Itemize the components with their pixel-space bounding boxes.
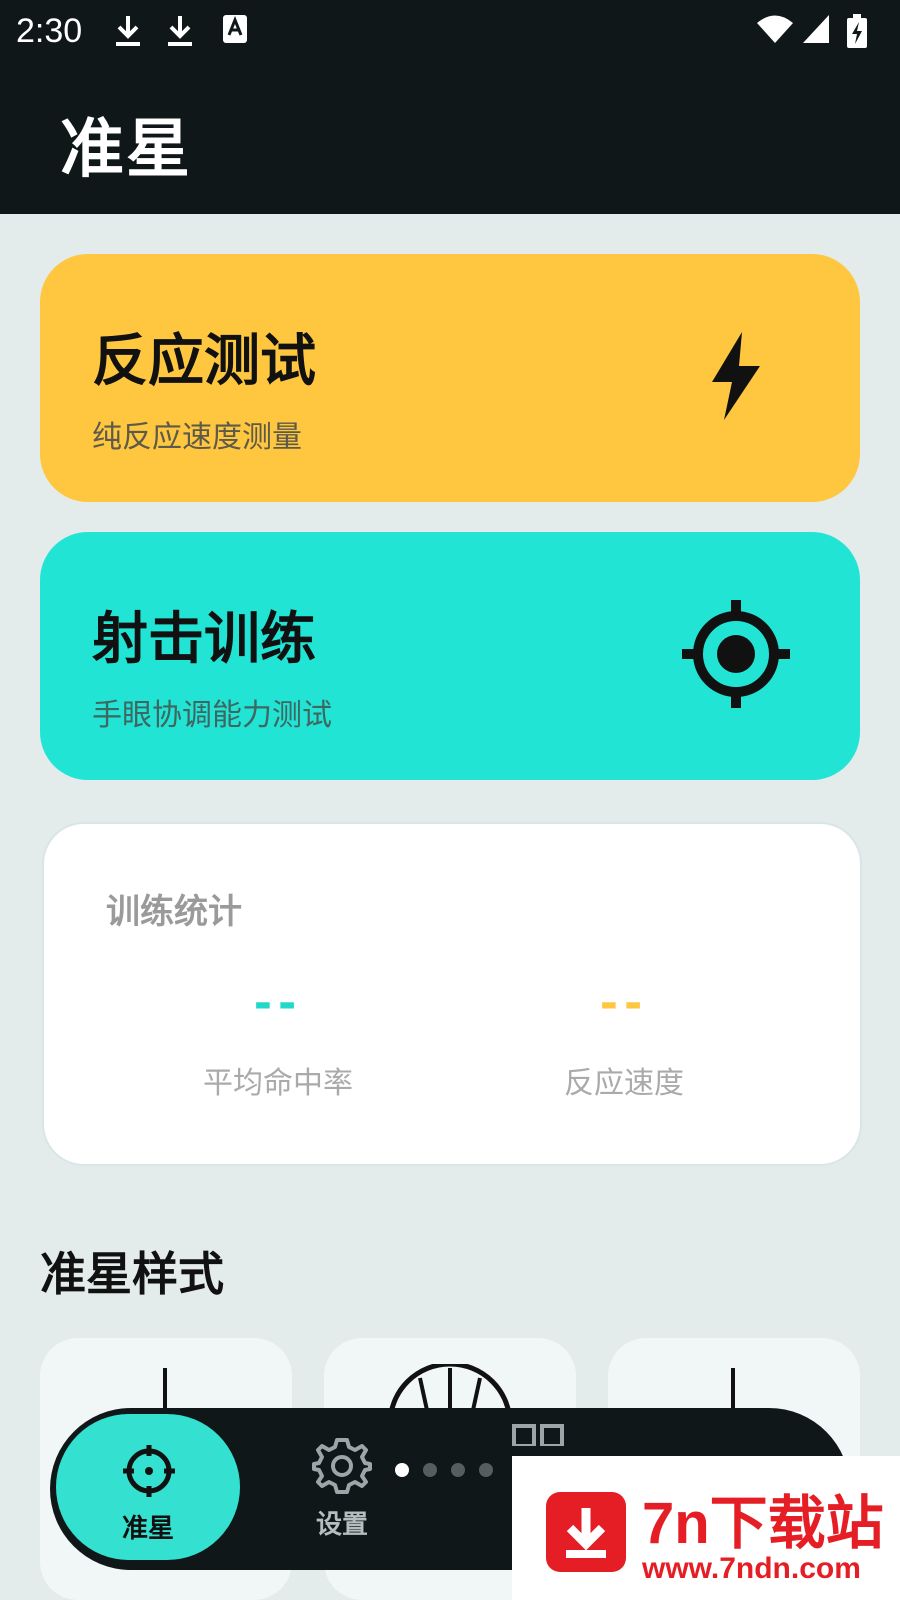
download-logo-icon — [546, 1492, 626, 1572]
shooting-training-subtitle: 手眼协调能力测试 — [92, 698, 332, 733]
reaction-test-title: 反应测试 — [92, 329, 316, 394]
wifi-icon — [757, 15, 793, 43]
stat-reaction-speed: -- 反应速度 — [474, 974, 774, 1102]
nav-item-settings[interactable]: 设置 — [290, 1436, 394, 1541]
battery-charging-icon — [847, 14, 867, 48]
reaction-test-card[interactable]: 反应测试 纯反应速度测量 — [40, 254, 860, 502]
shooting-training-title: 射击训练 — [92, 607, 316, 672]
watermark-url: www.7ndn.com — [642, 1552, 861, 1585]
pager-dot[interactable] — [479, 1463, 493, 1477]
reaction-speed-label: 反应速度 — [564, 1066, 684, 1101]
signal-icon — [803, 15, 829, 43]
page-title: 准星 — [60, 113, 192, 187]
pager-dot[interactable] — [451, 1463, 465, 1477]
reaction-speed-value: -- — [599, 978, 649, 1029]
status-time: 2:30 — [16, 12, 83, 50]
nav-item-crosshair[interactable]: 准星 — [56, 1414, 240, 1560]
hit-rate-value: -- — [253, 978, 303, 1029]
app-bar: 准星 — [0, 64, 900, 214]
watermark-brand: 7n下载站 — [642, 1491, 884, 1556]
stat-hit-rate: -- 平均命中率 — [128, 974, 428, 1102]
crosshair-icon — [123, 1445, 175, 1497]
crosshair-style-icon — [163, 1368, 167, 1408]
keyboard-icon — [223, 15, 247, 43]
crosshair-style-icon — [731, 1368, 735, 1408]
status-bar: 2:30 — [0, 0, 900, 64]
grid-icon — [512, 1424, 564, 1446]
hit-rate-label: 平均命中率 — [203, 1066, 353, 1101]
nav-label-settings: 设置 — [315, 1510, 368, 1540]
download-icon — [116, 16, 140, 46]
pager-dot[interactable] — [423, 1463, 437, 1477]
nav-label-crosshair: 准星 — [121, 1514, 174, 1544]
crosshair-icon — [682, 600, 790, 708]
gear-icon — [312, 1438, 372, 1494]
crosshair-styles-title: 准星样式 — [40, 1247, 224, 1301]
lightning-icon — [712, 332, 760, 420]
pager-dot[interactable] — [395, 1463, 409, 1477]
pager-indicator — [395, 1462, 507, 1481]
training-stats-card: 训练统计 -- 平均命中率 -- 反应速度 — [42, 822, 862, 1166]
download-icon — [168, 16, 192, 46]
watermark-overlay: 7n下载站 www.7ndn.com — [512, 1456, 900, 1600]
reaction-test-subtitle: 纯反应速度测量 — [92, 420, 302, 455]
shooting-training-card[interactable]: 射击训练 手眼协调能力测试 — [40, 532, 860, 780]
training-stats-title: 训练统计 — [106, 892, 242, 932]
